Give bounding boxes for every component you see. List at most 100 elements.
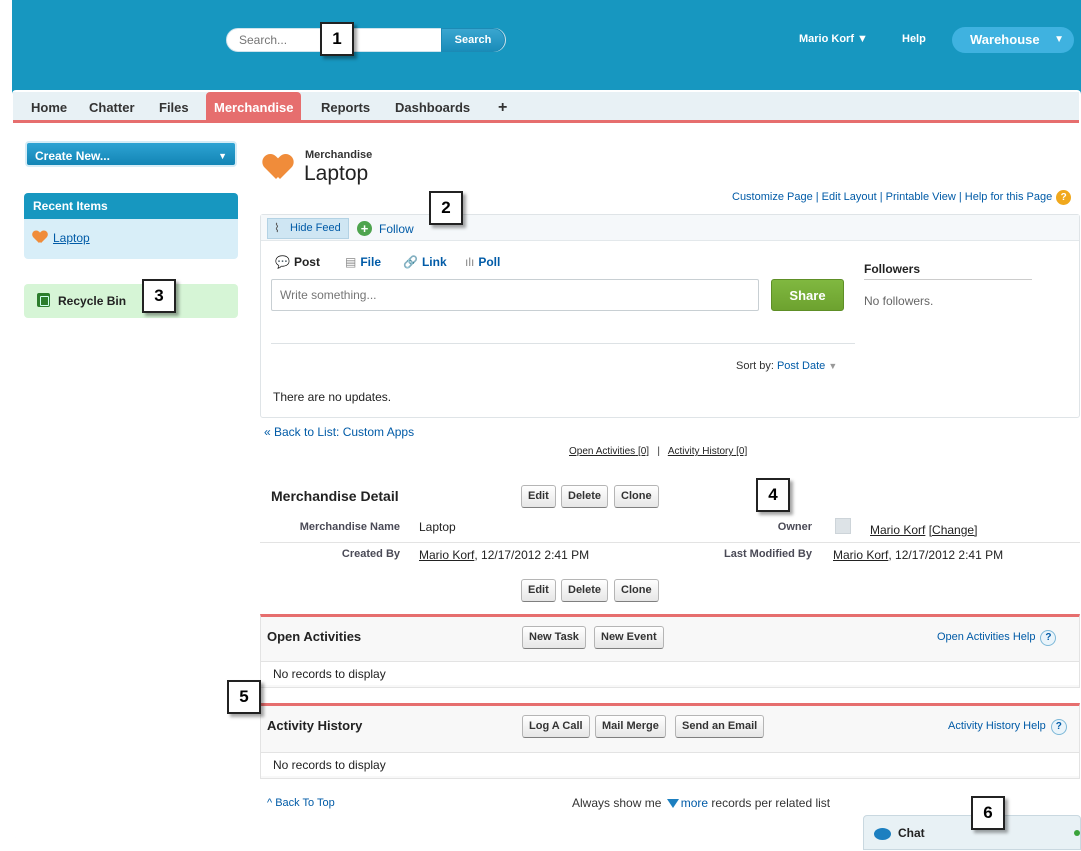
chevron-down-icon: ▼ bbox=[828, 361, 838, 371]
hide-feed-button[interactable]: Hide Feed bbox=[267, 218, 349, 239]
triangle-down-icon[interactable] bbox=[666, 799, 679, 808]
more-link[interactable]: more bbox=[681, 796, 708, 810]
created-by-label: Created By bbox=[341, 548, 400, 560]
detail-section-title: Merchandise Detail bbox=[271, 488, 399, 504]
chatter-feed: Hide Feed + Follow 💬Post ▤File 🔗Link ılı… bbox=[260, 214, 1080, 418]
activity-history-help-label: Activity History Help bbox=[948, 720, 1046, 732]
recent-items-header: Recent Items bbox=[24, 193, 238, 219]
last-modified-value: Mario Korf, 12/17/2012 2:41 PM bbox=[833, 548, 1003, 562]
last-modified-user-link[interactable]: Mario Korf bbox=[833, 548, 888, 562]
merchandise-name-label: Merchandise Name bbox=[299, 521, 400, 533]
publisher-tab-file[interactable]: ▤ File bbox=[345, 255, 381, 269]
owner-link[interactable]: Mario Korf bbox=[870, 523, 925, 537]
delete-button-bottom[interactable]: Delete bbox=[561, 579, 609, 602]
mail-merge-button[interactable]: Mail Merge bbox=[595, 715, 666, 738]
feed-toolbar: Hide Feed + Follow bbox=[261, 215, 1079, 241]
publisher-tab-link[interactable]: 🔗 Link bbox=[403, 255, 447, 269]
activity-history-help-link[interactable]: Activity History Help? bbox=[948, 719, 1067, 735]
chevron-down-icon: ▼ bbox=[218, 151, 227, 161]
tab-chatter[interactable]: Chatter bbox=[81, 92, 143, 123]
callout-4: 4 bbox=[756, 478, 790, 512]
page-links-text[interactable]: Customize Page | Edit Layout | Printable… bbox=[732, 191, 1052, 203]
poll-icon: ılı bbox=[465, 255, 475, 269]
help-icon: ? bbox=[1050, 719, 1067, 735]
last-modified-label: Last Modified By bbox=[723, 548, 812, 560]
publisher-tab-post[interactable]: 💬 Post bbox=[275, 255, 320, 269]
owner-change-link[interactable]: [Change] bbox=[929, 523, 978, 537]
delete-button[interactable]: Delete bbox=[561, 485, 609, 508]
no-followers-text: No followers. bbox=[864, 294, 934, 308]
recent-items-list: Laptop bbox=[24, 219, 238, 259]
recycle-bin-link[interactable]: Recycle Bin bbox=[24, 284, 238, 318]
app-switcher[interactable]: Warehouse ▼ bbox=[952, 27, 1074, 53]
help-icon: ? bbox=[1040, 630, 1057, 646]
page-links[interactable]: Customize Page | Edit Layout | Printable… bbox=[732, 190, 1072, 205]
send-email-button[interactable]: Send an Email bbox=[675, 715, 765, 738]
created-by-value: Mario Korf, 12/17/2012 2:41 PM bbox=[419, 548, 589, 562]
back-to-top-link[interactable]: ^ Back To Top bbox=[267, 797, 335, 809]
tab-files[interactable]: Files bbox=[151, 92, 197, 123]
owner-label: Owner bbox=[777, 521, 812, 533]
add-tab-icon[interactable]: + bbox=[490, 92, 515, 123]
follow-plus-icon[interactable]: + bbox=[357, 221, 372, 236]
back-to-list-link[interactable]: « Back to List: Custom Apps bbox=[264, 425, 414, 439]
create-new-button[interactable]: Create New... ▼ bbox=[25, 141, 237, 167]
callout-1: 1 bbox=[320, 22, 354, 56]
created-by-date: , 12/17/2012 2:41 PM bbox=[474, 548, 590, 562]
activity-history-label: Activity History bbox=[667, 446, 734, 457]
link-separator: | bbox=[657, 446, 661, 457]
callout-2: 2 bbox=[429, 191, 463, 225]
help-icon[interactable]: ? bbox=[1056, 190, 1072, 205]
no-updates-text: There are no updates. bbox=[273, 390, 392, 404]
activity-history-link[interactable]: Activity History [0] bbox=[668, 446, 747, 457]
recent-item-laptop[interactable]: Laptop bbox=[33, 231, 90, 245]
edit-button-bottom[interactable]: Edit bbox=[521, 579, 556, 602]
tab-dashboards[interactable]: Dashboards bbox=[387, 92, 478, 123]
recent-item-label: Laptop bbox=[53, 231, 90, 245]
open-activities-link[interactable]: Open Activities [0] bbox=[569, 446, 649, 457]
sort-by-control[interactable]: Sort by: Post Date ▼ bbox=[736, 360, 837, 372]
edit-button[interactable]: Edit bbox=[521, 485, 556, 508]
app-name: Warehouse bbox=[970, 32, 1040, 47]
publisher-tab-label: Link bbox=[421, 255, 447, 269]
open-activities-count: [0] bbox=[637, 446, 650, 457]
merchandise-heart-icon bbox=[264, 155, 292, 179]
tab-reports[interactable]: Reports bbox=[313, 92, 378, 123]
search-box: Search bbox=[226, 28, 506, 52]
link-icon: 🔗 bbox=[403, 255, 418, 269]
created-by-user-link[interactable]: Mario Korf bbox=[419, 548, 474, 562]
publisher-tab-poll[interactable]: ılı Poll bbox=[465, 255, 500, 269]
publisher-tab-label: Poll bbox=[478, 255, 501, 269]
create-new-label: Create New... bbox=[35, 149, 110, 163]
search-button[interactable]: Search bbox=[441, 28, 505, 52]
clone-button-bottom[interactable]: Clone bbox=[614, 579, 659, 602]
followers-heading: Followers bbox=[864, 262, 921, 276]
open-activities-title: Open Activities bbox=[267, 629, 362, 644]
publisher-tab-label: File bbox=[360, 255, 382, 269]
tab-bar: Home Chatter Files Merchandise Reports D… bbox=[13, 92, 1079, 123]
merchandise-name-value: Laptop bbox=[419, 520, 456, 534]
activity-history-empty: No records to display bbox=[261, 752, 1079, 776]
share-button[interactable]: Share bbox=[771, 279, 844, 311]
user-menu[interactable]: Mario Korf ▼ bbox=[799, 33, 868, 45]
follow-link[interactable]: Follow bbox=[379, 222, 414, 236]
callout-3: 3 bbox=[142, 279, 176, 313]
avatar bbox=[835, 518, 851, 534]
tab-merchandise[interactable]: Merchandise bbox=[206, 92, 302, 123]
tab-home[interactable]: Home bbox=[23, 92, 75, 123]
sort-by-value[interactable]: Post Date bbox=[777, 360, 825, 372]
sort-by-label: Sort by: bbox=[736, 360, 774, 372]
new-task-button[interactable]: New Task bbox=[522, 626, 586, 649]
file-icon: ▤ bbox=[345, 255, 357, 269]
help-link[interactable]: Help bbox=[902, 33, 926, 45]
log-a-call-button[interactable]: Log A Call bbox=[522, 715, 590, 738]
clone-button[interactable]: Clone bbox=[614, 485, 659, 508]
open-activities-help-link[interactable]: Open Activities Help? bbox=[937, 630, 1057, 646]
new-event-button[interactable]: New Event bbox=[594, 626, 664, 649]
online-status-icon bbox=[1074, 830, 1080, 836]
last-modified-date: , 12/17/2012 2:41 PM bbox=[888, 548, 1004, 562]
post-input[interactable] bbox=[271, 279, 759, 311]
page-title: Laptop bbox=[304, 162, 369, 185]
always-show-text: Always show me more records per related … bbox=[572, 796, 830, 810]
followers-divider bbox=[864, 279, 1032, 280]
